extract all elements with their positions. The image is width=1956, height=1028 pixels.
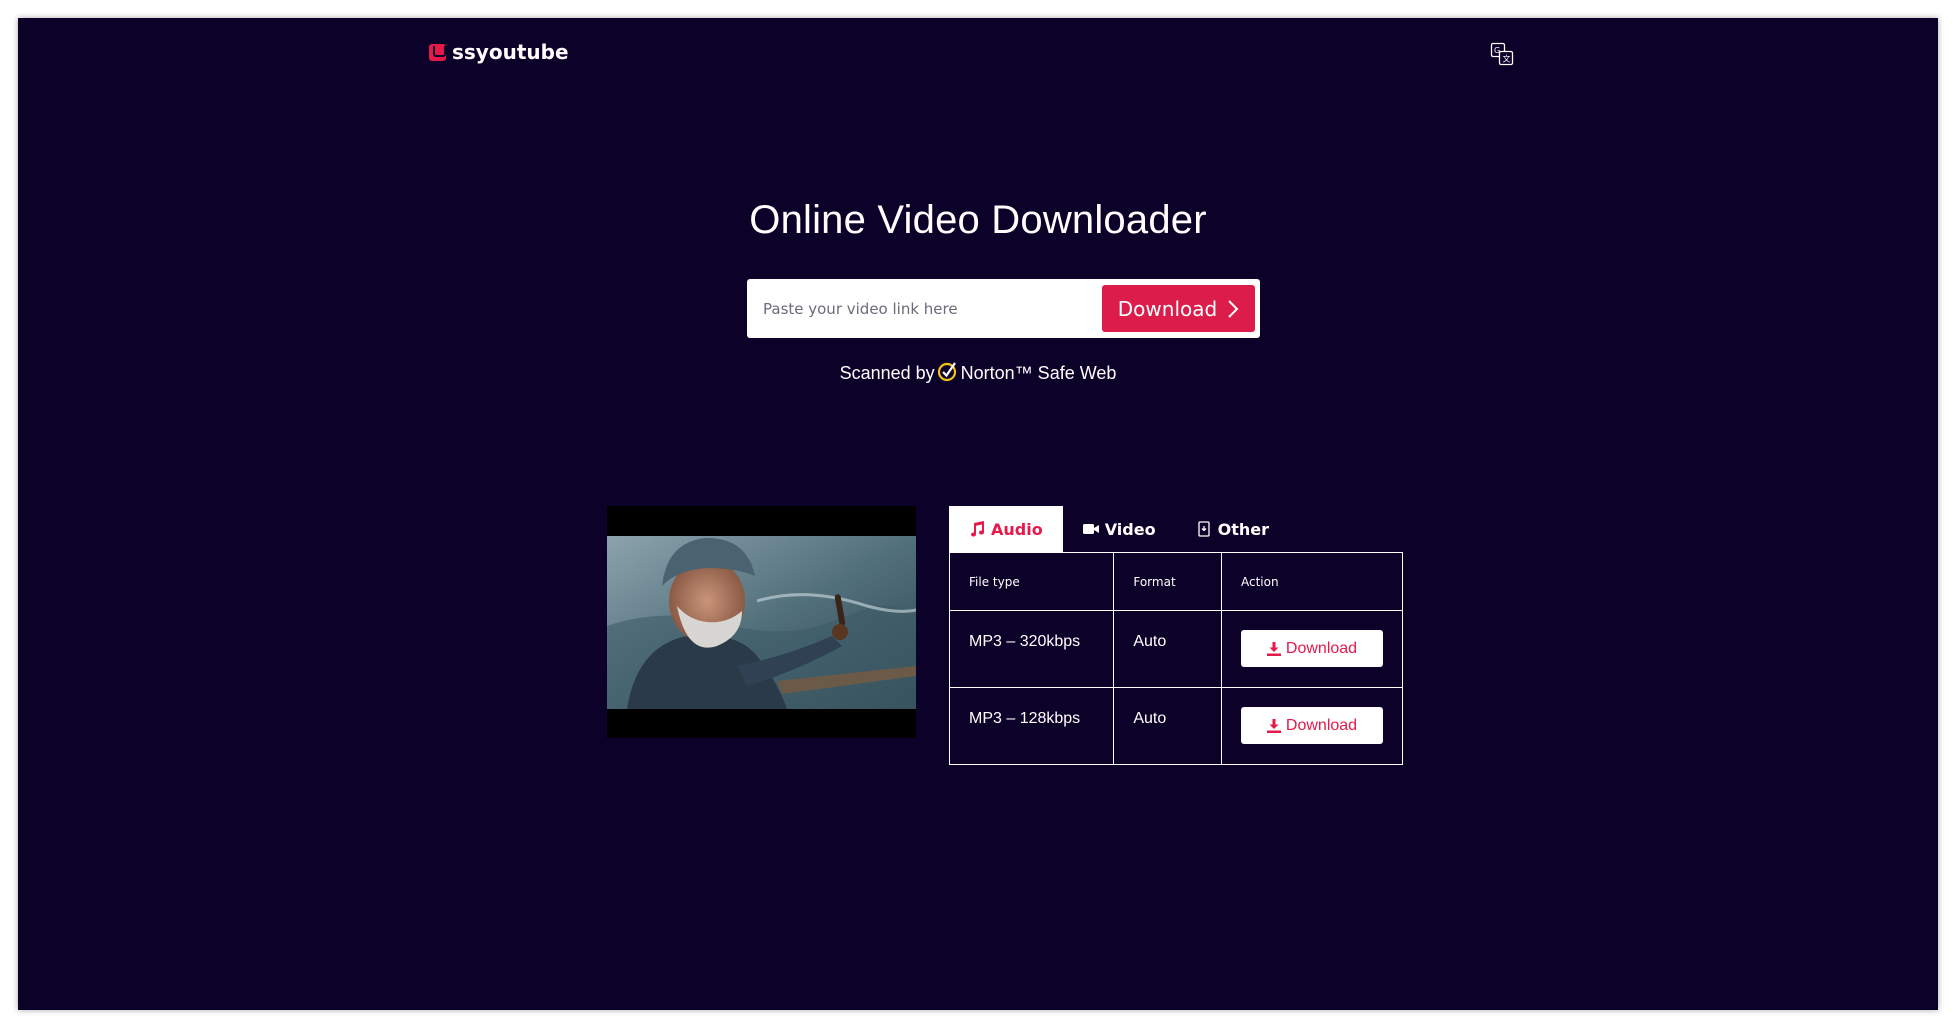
- row-action-cell: Download: [1221, 610, 1403, 688]
- translate-icon[interactable]: G 文: [1490, 42, 1514, 66]
- video-camera-icon: [1082, 524, 1099, 534]
- tab-video-label: Video: [1104, 519, 1156, 539]
- table-row: MP3 – 320kbps Auto Download: [948, 610, 1403, 688]
- music-note-icon: [971, 521, 985, 537]
- logo-icon: [429, 43, 446, 61]
- tab-audio-label: Audio: [991, 519, 1043, 539]
- download-mp3-320-button[interactable]: Download: [1241, 630, 1383, 667]
- video-link-input[interactable]: [747, 279, 1102, 338]
- logo-text: ssyoutube: [452, 40, 569, 64]
- row-action-cell: Download: [1221, 687, 1403, 765]
- file-icon: [1197, 521, 1210, 537]
- header-format: Format: [1113, 552, 1222, 611]
- download-submit-button[interactable]: Download: [1102, 285, 1255, 332]
- table-row: MP3 – 128kbps Auto Download: [948, 687, 1403, 765]
- svg-text:文: 文: [1503, 54, 1511, 64]
- row-file-type: MP3 – 128kbps: [948, 687, 1115, 765]
- row-format: Auto: [1113, 687, 1222, 765]
- download-table: File type Format Action MP3 – 320kbps Au…: [948, 552, 1403, 765]
- tab-other[interactable]: Other: [1176, 506, 1289, 552]
- download-button-label: Download: [1285, 639, 1358, 657]
- format-tabs: Audio Video Other: [949, 506, 1289, 552]
- header-action: Action: [1221, 552, 1403, 611]
- tab-video[interactable]: Video: [1063, 506, 1176, 552]
- tab-other-label: Other: [1217, 519, 1269, 539]
- chevron-right-icon: [1228, 299, 1239, 318]
- tab-audio[interactable]: Audio: [949, 506, 1063, 552]
- norton-brand-text: Norton™ Safe Web: [960, 363, 1117, 383]
- video-thumbnail: [607, 506, 916, 738]
- norton-badge: Scanned by Norton™ Safe Web: [18, 361, 1938, 384]
- download-icon: [1266, 718, 1281, 733]
- download-icon: [1266, 641, 1281, 656]
- page-frame: ssyoutube G 文 Online Video Downloader Do…: [18, 18, 1938, 1010]
- download-mp3-128-button[interactable]: Download: [1241, 707, 1383, 744]
- download-button-label: Download: [1285, 716, 1358, 734]
- svg-text:G: G: [1494, 46, 1500, 55]
- download-submit-label: Download: [1117, 296, 1218, 321]
- site-logo[interactable]: ssyoutube: [429, 40, 569, 64]
- scanned-by-text: Scanned by: [839, 363, 935, 383]
- row-file-type: MP3 – 320kbps: [948, 610, 1115, 688]
- search-bar: Download: [747, 279, 1260, 338]
- table-header-row: File type Format Action: [948, 552, 1403, 611]
- header-file-type: File type: [948, 552, 1115, 611]
- norton-check-icon: [937, 361, 956, 381]
- row-format: Auto: [1113, 610, 1222, 688]
- page-title: Online Video Downloader: [749, 198, 1207, 242]
